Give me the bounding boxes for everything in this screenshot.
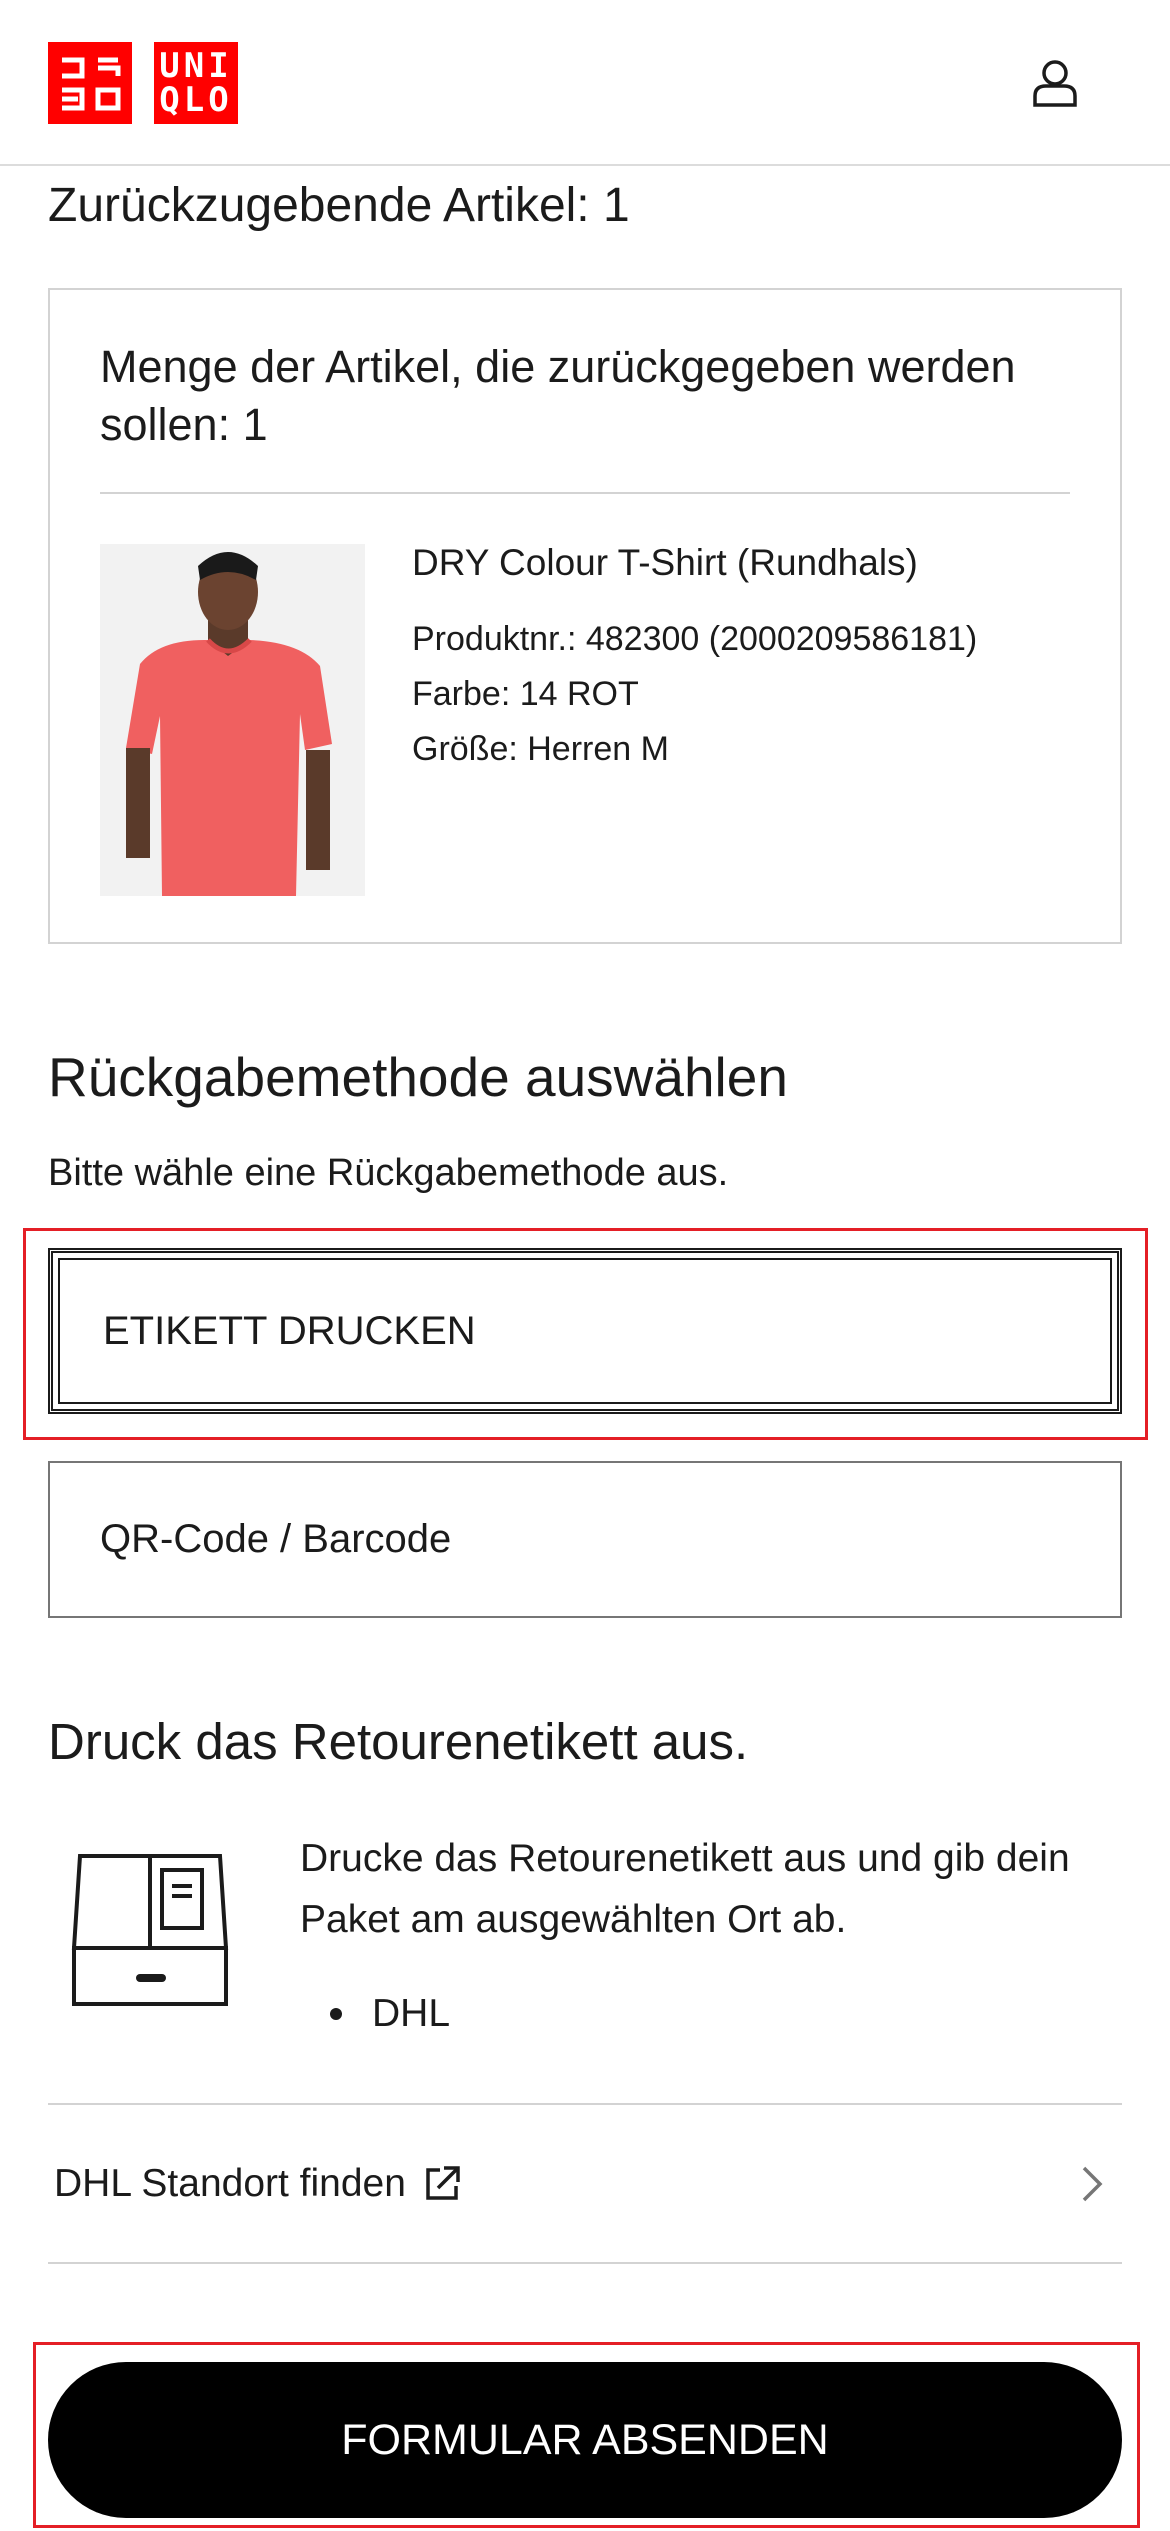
product-color: Farbe: 14 ROT (412, 675, 639, 713)
product-number: Produktnr.: 482300 (2000209586181) (412, 620, 978, 658)
divider (48, 2262, 1122, 2264)
quantity-text: Menge der Artikel, die zurückgegeben wer… (100, 341, 1016, 450)
option-print-label-text: ETIKETT DRUCKEN (103, 1308, 476, 1353)
product-size: Größe: Herren M (412, 730, 669, 768)
logo-line-2: QLO (159, 80, 233, 120)
person-outline-icon[interactable] (1030, 58, 1080, 108)
logo-katakana-mark (62, 57, 121, 111)
product-info: DRY Colour T-Shirt (Rundhals) Produktnr.… (412, 542, 977, 777)
dhl-location-link[interactable]: DHL Standort finden (54, 2162, 462, 2206)
logo-latin: UNI QLO (154, 42, 238, 124)
product-name: DRY Colour T-Shirt (Rundhals) (412, 542, 918, 583)
package-label-icon (71, 1854, 229, 2006)
list-item: DHL (330, 1992, 450, 2036)
product-photo-illustration (100, 544, 365, 896)
return-method-title: Rückgabemethode auswählen (48, 1046, 788, 1108)
option-print-label[interactable]: ETIKETT DRUCKEN (48, 1248, 1122, 1414)
option-qr-code[interactable]: QR-Code / Barcode (48, 1461, 1122, 1618)
chevron-right-icon[interactable] (1078, 2164, 1106, 2204)
divider (48, 2103, 1122, 2105)
print-label-description: Drucke das Retourenetikett aus und gib d… (300, 1837, 1070, 1941)
uniqlo-logo[interactable]: UNI QLO (48, 42, 238, 124)
items-title: Zurückzugebende Artikel: 1 (48, 179, 630, 232)
logo-line-1: UNI (159, 46, 233, 86)
return-items-card: Menge der Artikel, die zurückgegeben wer… (48, 288, 1122, 944)
bullet (330, 2008, 342, 2020)
carrier-list: DHL (330, 1992, 450, 2036)
carrier-name: DHL (372, 1992, 451, 2035)
external-link-icon (426, 2166, 460, 2200)
header: UNI QLO (0, 0, 1170, 166)
submit-form-button[interactable]: FORMULAR ABSENDEN (48, 2362, 1122, 2518)
return-method-subtitle: Bitte wähle eine Rückgabemethode aus. (48, 1152, 729, 1194)
logo-katakana (48, 42, 132, 124)
option-qr-code-text: QR-Code / Barcode (100, 1517, 452, 1561)
dhl-location-label: DHL Standort finden (54, 2162, 406, 2205)
divider (100, 492, 1070, 494)
print-label-title: Druck das Retourenetikett aus. (48, 1713, 749, 1770)
product-image (100, 544, 365, 896)
